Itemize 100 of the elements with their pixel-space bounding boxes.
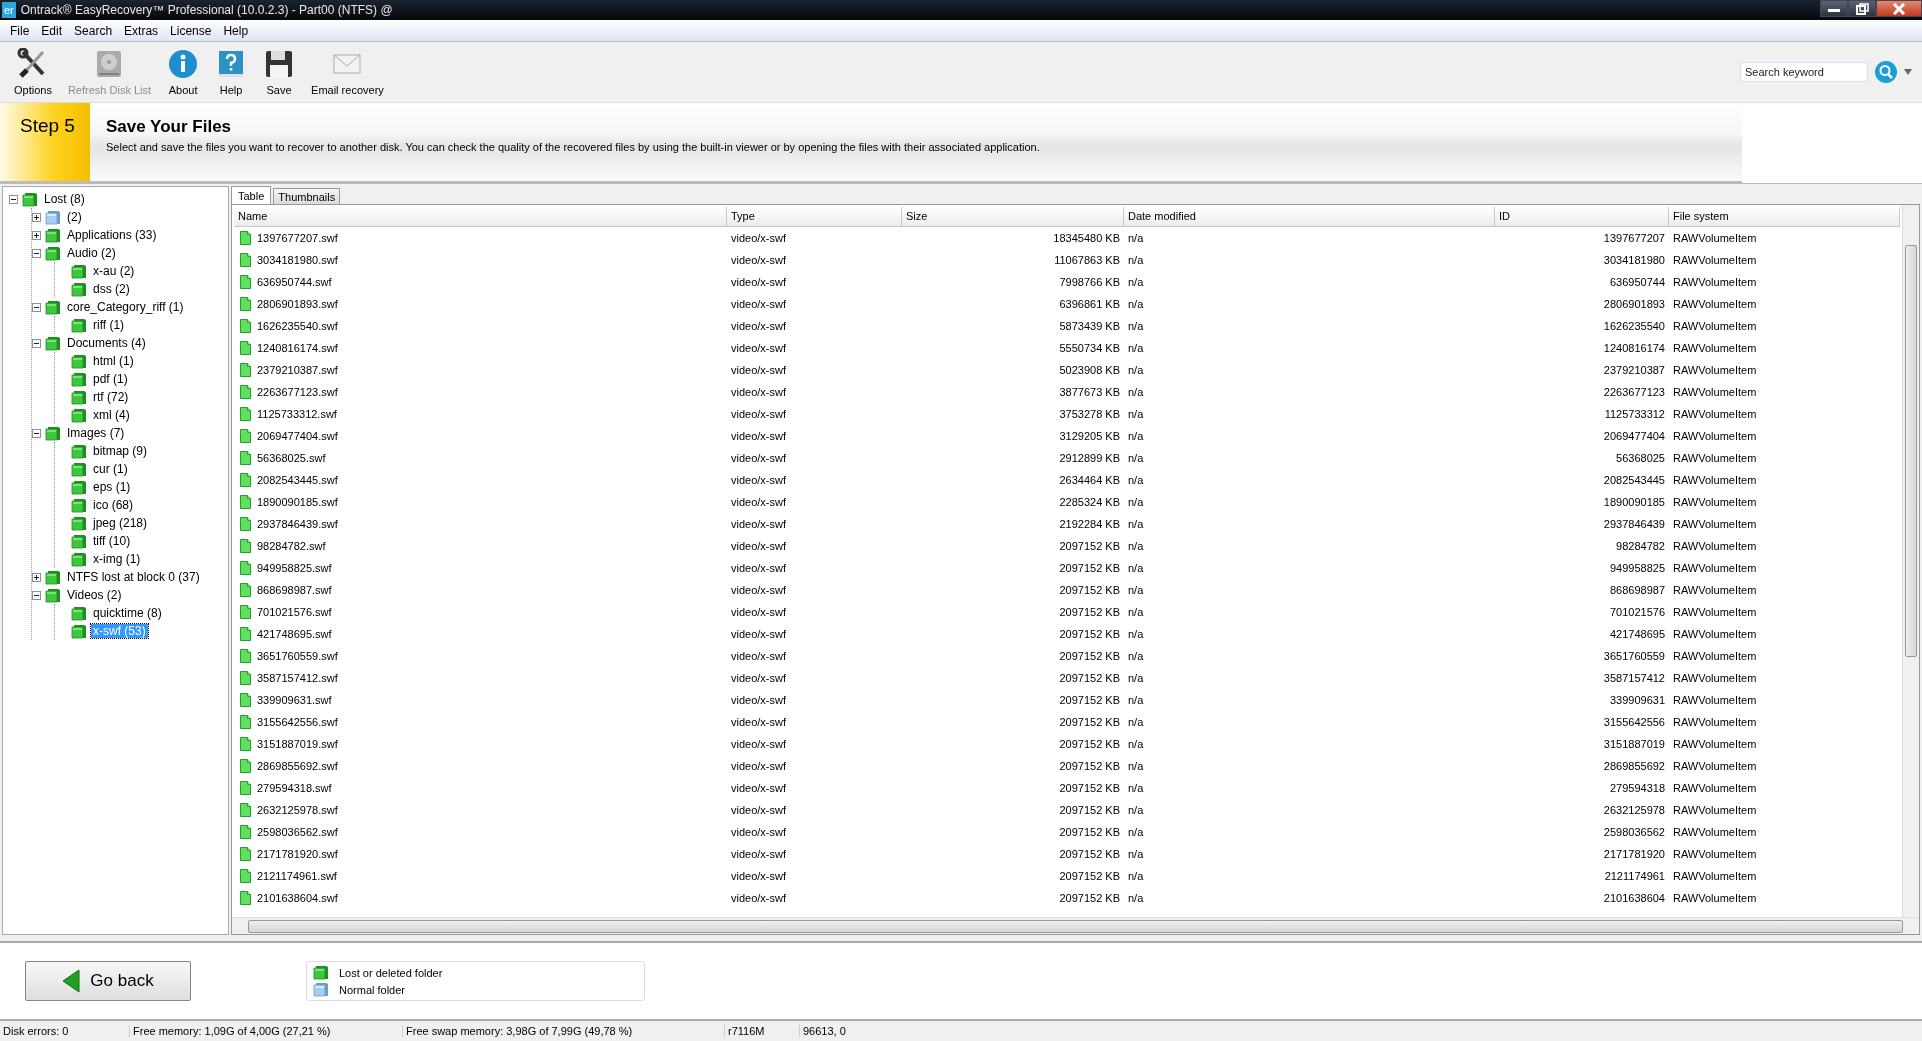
- table-cell: RAWVolumeItem: [1673, 342, 1757, 354]
- folder-icon: [45, 587, 61, 603]
- tree-item[interactable]: jpeg (218): [91, 516, 150, 530]
- folder-icon: [71, 389, 87, 405]
- table-cell: n/a: [1128, 650, 1144, 662]
- table-cell: RAWVolumeItem: [1673, 804, 1757, 816]
- table-cell: RAWVolumeItem: [1673, 298, 1757, 310]
- menu-item[interactable]: License: [164, 23, 218, 38]
- table-cell: RAWVolumeItem: [1673, 232, 1757, 244]
- tree-item[interactable]: Lost (8): [42, 192, 87, 206]
- table-cell: n/a: [1128, 782, 1144, 794]
- tree-item[interactable]: NTFS lost at block 0 (37): [65, 570, 202, 584]
- collapse-toggle[interactable]: [32, 302, 41, 312]
- tree-item[interactable]: Images (7): [65, 426, 127, 440]
- file-icon: [240, 583, 251, 597]
- tree-item[interactable]: Audio (2): [65, 246, 118, 260]
- file-icon: [240, 561, 251, 575]
- column-header[interactable]: Size: [902, 207, 1124, 226]
- table-cell: 2097152 KB: [1059, 892, 1120, 904]
- table-cell: video/x-swf: [731, 584, 787, 596]
- tree-item[interactable]: ico (68): [91, 498, 135, 512]
- tree-item[interactable]: Applications (33): [65, 228, 159, 242]
- search-icon[interactable]: [1874, 60, 1898, 84]
- folder-icon: [71, 263, 87, 279]
- tree-item[interactable]: bitmap (9): [91, 444, 150, 458]
- go-back-button[interactable]: Go back: [25, 961, 191, 1001]
- toolbar-button[interactable]: About: [159, 48, 208, 96]
- vertical-scrollbar[interactable]: [1902, 205, 1919, 917]
- column-header[interactable]: Name: [234, 207, 727, 226]
- file-icon: [240, 803, 251, 817]
- table-cell: video/x-swf: [731, 364, 787, 376]
- collapse-toggle[interactable]: [9, 194, 18, 204]
- tree-item[interactable]: Videos (2): [65, 588, 124, 602]
- table-cell: 2632125978.swf: [257, 804, 338, 816]
- expand-toggle[interactable]: [32, 212, 41, 222]
- toolbar-button[interactable]: Save: [255, 48, 304, 96]
- tree-item[interactable]: tiff (10): [91, 534, 133, 548]
- folder-icon: [71, 353, 87, 369]
- tree-item[interactable]: Documents (4): [65, 336, 148, 350]
- table-cell: RAWVolumeItem: [1673, 320, 1757, 332]
- table-cell: 1626235540: [1603, 320, 1665, 332]
- tree-item[interactable]: riff (1): [91, 318, 127, 332]
- folder-icon: [313, 982, 329, 997]
- table-cell: RAWVolumeItem: [1673, 364, 1757, 376]
- table-cell: 2101638604.swf: [257, 892, 338, 904]
- menu-item[interactable]: File: [4, 23, 36, 38]
- minimize-button[interactable]: [1820, 0, 1848, 17]
- tree-item[interactable]: core_Category_riff (1): [65, 300, 186, 314]
- table-cell: RAWVolumeItem: [1673, 738, 1757, 750]
- tree-item[interactable]: eps (1): [91, 480, 133, 494]
- tree-item[interactable]: x-img (1): [91, 552, 143, 566]
- column-header[interactable]: Type: [727, 207, 902, 226]
- step-badge: Step 5: [0, 103, 90, 181]
- menu-item[interactable]: Help: [217, 23, 255, 38]
- table-cell: 2097152 KB: [1059, 826, 1120, 838]
- view-tab[interactable]: Table: [231, 186, 272, 204]
- menu-item[interactable]: Search: [68, 23, 119, 38]
- tree-item[interactable]: rtf (72): [91, 390, 131, 404]
- close-button[interactable]: [1876, 0, 1922, 17]
- search-field[interactable]: Search keyword: [1740, 62, 1868, 82]
- tree-item[interactable]: xml (4): [91, 408, 132, 422]
- tree-item[interactable]: x-au (2): [91, 264, 137, 278]
- tree-item[interactable]: dss (2): [91, 282, 132, 296]
- table-cell: RAWVolumeItem: [1673, 606, 1757, 618]
- horizontal-scrollbar[interactable]: [232, 917, 1919, 934]
- expand-toggle[interactable]: [32, 572, 41, 582]
- folder-icon: [45, 425, 61, 441]
- table-cell: RAWVolumeItem: [1673, 386, 1757, 398]
- toolbar-button[interactable]: Email recovery: [303, 48, 392, 96]
- toolbar-button[interactable]: Help: [207, 48, 256, 96]
- expand-toggle[interactable]: [32, 230, 41, 240]
- file-icon: [240, 253, 251, 267]
- view-tab[interactable]: Thumbnails: [273, 188, 341, 204]
- folder-icon: [71, 461, 87, 477]
- tree-item[interactable]: html (1): [91, 354, 136, 368]
- table-cell: 11067863 KB: [1054, 254, 1120, 266]
- table-cell: video/x-swf: [731, 232, 787, 244]
- collapse-toggle[interactable]: [32, 248, 41, 258]
- column-header[interactable]: ID: [1495, 207, 1669, 226]
- maximize-button[interactable]: [1848, 0, 1876, 17]
- menu-item[interactable]: Edit: [35, 23, 69, 38]
- table-cell: n/a: [1128, 584, 1144, 596]
- table-cell: 1890090185.swf: [257, 496, 338, 508]
- collapse-toggle[interactable]: [32, 428, 41, 438]
- table-cell: 1240816174.swf: [257, 342, 338, 354]
- table-cell: n/a: [1128, 518, 1144, 530]
- table-cell: 2121174961: [1604, 870, 1665, 882]
- tree-item[interactable]: (2): [65, 210, 84, 224]
- tree-item[interactable]: pdf (1): [91, 372, 130, 386]
- toolbar-button[interactable]: Options: [6, 48, 60, 96]
- tree-item[interactable]: cur (1): [91, 462, 130, 476]
- column-header[interactable]: File system: [1669, 207, 1900, 226]
- collapse-toggle[interactable]: [32, 590, 41, 600]
- tree-item[interactable]: quicktime (8): [91, 606, 164, 620]
- collapse-toggle[interactable]: [32, 338, 41, 348]
- menu-item[interactable]: Extras: [118, 23, 165, 38]
- table-cell: 2379210387: [1603, 364, 1665, 376]
- table-cell: 6396861 KB: [1059, 298, 1120, 310]
- dropdown-arrow-icon[interactable]: [1904, 69, 1912, 75]
- column-header[interactable]: Date modified: [1124, 207, 1495, 226]
